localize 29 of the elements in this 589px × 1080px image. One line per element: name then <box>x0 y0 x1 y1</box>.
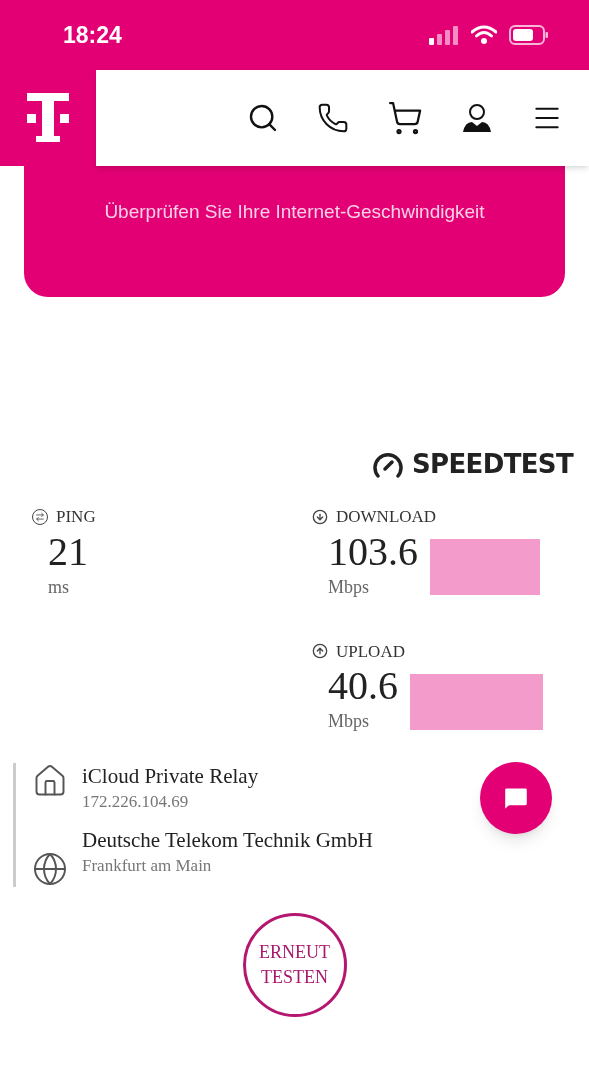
metric-label: UPLOAD <box>336 640 405 663</box>
metric-value: 103.6 <box>328 529 418 574</box>
signal-icon <box>429 25 459 45</box>
metric-unit: ms <box>48 575 70 599</box>
metric-label: DOWNLOAD <box>336 506 437 528</box>
status-time: 18:24 <box>63 20 122 50</box>
speedtest-logo: SPEEDTEST <box>412 448 573 481</box>
retest-button[interactable]: ERNEUT TESTEN <box>242 912 347 1017</box>
wifi-icon <box>471 25 497 45</box>
connection-title: Deutsche Telekom Technik GmbH <box>82 826 373 853</box>
metric-value: 40.6 <box>328 664 398 708</box>
cart-button[interactable] <box>387 100 423 136</box>
metric-value: 21 <box>48 529 88 574</box>
phone-button[interactable] <box>317 102 349 134</box>
battery-icon <box>509 25 549 45</box>
globe-icon <box>32 850 68 887</box>
metric-unit: Mbps <box>328 710 370 733</box>
chat-button[interactable] <box>480 762 552 834</box>
metric-unit: Mbps <box>328 575 370 599</box>
connection-detail: Frankfurt am Main <box>82 854 213 877</box>
metric-label: PING <box>56 506 96 528</box>
hero-subtitle: Überprüfen Sie Ihre Internet-Geschwindigkeit <box>104 200 485 224</box>
upload-icon <box>312 643 328 660</box>
search-button[interactable] <box>247 102 279 134</box>
connection-detail: 172.226.104.69 <box>82 791 190 813</box>
connection-title: iCloud Private Relay <box>82 763 259 789</box>
gauge-icon <box>372 451 404 478</box>
account-button[interactable] <box>461 102 493 134</box>
download-icon <box>312 508 328 525</box>
